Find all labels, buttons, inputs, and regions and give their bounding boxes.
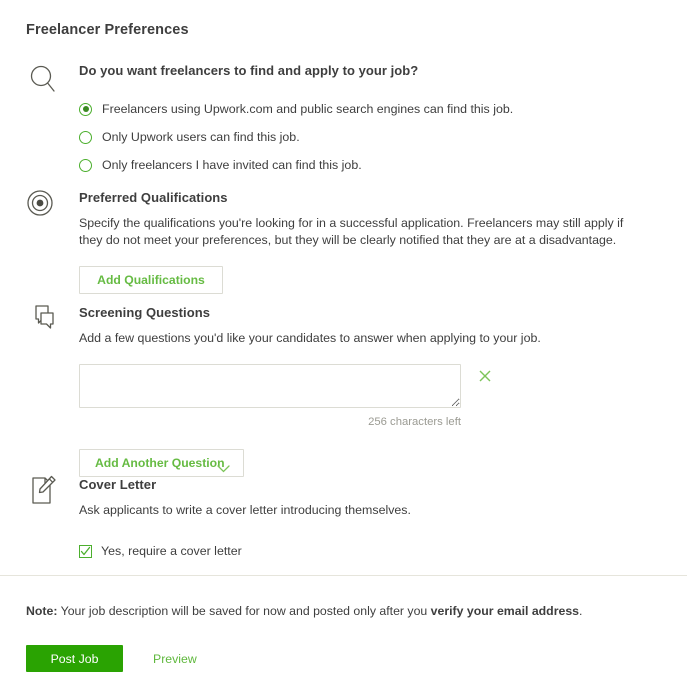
- qualifications-heading: Preferred Qualifications: [79, 190, 228, 205]
- freelancer-preferences-page: Freelancer Preferences Do you want freel…: [0, 0, 687, 686]
- radio-invite-only-label: Only freelancers I have invited can find…: [102, 158, 362, 172]
- require-cover-letter-row[interactable]: Yes, require a cover letter: [79, 544, 669, 558]
- add-qualifications-button[interactable]: Add Qualifications: [79, 266, 223, 294]
- add-another-question-button[interactable]: Add Another Question: [79, 449, 244, 477]
- footer-note-prefix: Note:: [26, 604, 58, 618]
- footer-divider: [0, 575, 687, 576]
- footer-note: Note: Your job description will be saved…: [26, 604, 582, 618]
- qualifications-description: Specify the qualifications you're lookin…: [79, 216, 624, 247]
- screening-heading: Screening Questions: [79, 305, 210, 320]
- screening-question-input[interactable]: [79, 364, 461, 408]
- footer-note-body: Your job description will be saved for n…: [57, 604, 431, 618]
- cover-letter-heading: Cover Letter: [79, 477, 157, 492]
- screening-description: Add a few questions you'd like your cand…: [79, 331, 541, 345]
- radio-public-indicator[interactable]: [79, 102, 92, 116]
- radio-upwork-only-indicator[interactable]: [79, 130, 92, 144]
- cover-letter-description: Ask applicants to write a cover letter i…: [79, 503, 411, 517]
- visibility-heading: Do you want freelancers to find and appl…: [79, 63, 419, 78]
- radio-upwork-only-label: Only Upwork users can find this job.: [102, 130, 300, 144]
- close-x-icon[interactable]: [477, 368, 493, 384]
- footer-note-suffix: .: [579, 604, 583, 618]
- add-another-question-dropdown[interactable]: Add Another Question: [79, 449, 244, 477]
- characters-left-counter: 256 characters left: [368, 416, 461, 428]
- radio-option-public[interactable]: Freelancers using Upwork.com and public …: [79, 100, 669, 118]
- footer-note-emphasis: verify your email address: [430, 604, 579, 618]
- document-pencil-icon: [24, 473, 64, 513]
- require-cover-letter-checkbox[interactable]: [79, 544, 92, 558]
- radio-option-invite-only[interactable]: Only freelancers I have invited can find…: [79, 156, 669, 174]
- radio-public-label: Freelancers using Upwork.com and public …: [102, 102, 514, 116]
- radio-option-upwork-only[interactable]: Only Upwork users can find this job.: [79, 128, 669, 146]
- require-cover-letter-label: Yes, require a cover letter: [101, 544, 242, 558]
- radio-invite-only-indicator[interactable]: [79, 158, 92, 172]
- target-icon: [24, 186, 64, 226]
- page-title: Freelancer Preferences: [26, 22, 189, 38]
- search-icon: [24, 60, 64, 100]
- post-job-button[interactable]: Post Job: [26, 645, 123, 672]
- chat-bubbles-icon: [24, 301, 64, 341]
- preview-link[interactable]: Preview: [153, 652, 197, 666]
